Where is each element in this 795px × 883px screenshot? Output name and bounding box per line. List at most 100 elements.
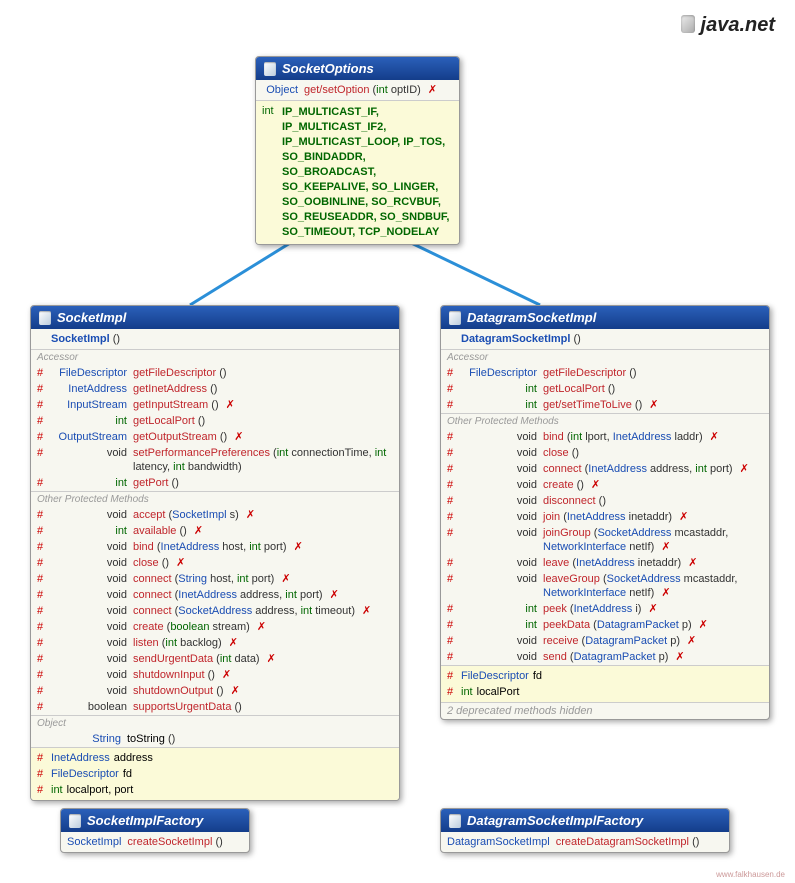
method-params: () [216,685,223,697]
method-row: #voidlisten (int backlog) ✗ [31,635,399,651]
class-icon [69,814,81,828]
section-label: Accessor [31,350,399,365]
method-name: peekData [543,619,590,631]
throws-marker: ✗ [696,619,708,631]
visibility-marker: # [37,620,51,634]
method-row: #intpeekData (DatagramPacket p) ✗ [441,617,769,633]
class-name: SocketOptions [282,61,374,76]
visibility-marker: # [447,634,461,648]
return-type: FileDescriptor [461,366,543,380]
visibility-marker: # [37,476,51,490]
return-type: int [461,382,543,396]
method-row: #intget/setTimeToLive () ✗ [441,397,769,413]
throws-marker: ✗ [223,399,235,411]
return-type: void [51,446,133,460]
method-name: bind [543,431,564,443]
class-title: DatagramSocketImplFactory [441,809,729,832]
field-type: int [51,783,67,797]
visibility-marker: # [447,382,461,396]
field-row: #FileDescriptorfd [441,668,769,684]
field-type: FileDescriptor [51,767,123,781]
visibility-marker: # [447,572,461,586]
method-row: #voidclose () [441,445,769,461]
throws-marker: ✗ [672,651,684,663]
footer-link[interactable]: www.falkhausen.de [716,870,785,879]
method-row: #voidreceive (DatagramPacket p) ✗ [441,633,769,649]
class-title: SocketImpl [31,306,399,329]
method-name: create [133,621,164,633]
return-type: void [51,684,133,698]
fields-section: #InetAddressaddress#FileDescriptorfd#int… [31,747,399,800]
class-name: SocketImpl [57,310,126,325]
method-row: Object get/setOption (int optID) ✗ [256,80,459,100]
visibility-marker: # [447,430,461,444]
method-row: #voidshutdownOutput () ✗ [31,683,399,699]
throws-marker: ✗ [658,541,670,553]
method-params: () [208,669,215,681]
method-name: sendUrgentData [133,653,213,665]
return-type: void [461,510,543,524]
visibility-marker: # [37,783,51,797]
constructor-row: DatagramSocketImpl () [441,329,769,349]
return-type: void [461,494,543,508]
visibility-marker: # [37,636,51,650]
return-type: SocketImpl [67,835,127,849]
method-name: toString [127,733,165,745]
method-name: peek [543,603,567,615]
method-row: #voidaccept (SocketImpl s) ✗ [31,507,399,523]
method-name: connect [543,463,582,475]
method-row: #intgetLocalPort () [31,413,399,429]
method-row: #voidsendUrgentData (int data) ✗ [31,651,399,667]
method-row: #intgetLocalPort () [441,381,769,397]
throws-marker: ✗ [425,84,437,96]
method-name: createSocketImpl [127,836,212,848]
class-title: SocketImplFactory [61,809,249,832]
visibility-marker: # [37,446,51,460]
method-params: (int data) [216,653,259,665]
method-params: (DatagramPacket p) [570,651,668,663]
method-params: (InetAddress host, int port) [157,541,287,553]
method-params: (InetAddress address, int port) [585,463,733,475]
constructor-name: DatagramSocketImpl [461,333,570,345]
visibility-marker: # [37,540,51,554]
method-name: listen [133,637,159,649]
other-section: Other Protected Methods #voidbind (int l… [441,413,769,665]
return-type: InputStream [51,398,133,412]
method-params: () [220,431,227,443]
class-title: DatagramSocketImpl [441,306,769,329]
throws-marker: ✗ [684,635,696,647]
return-type: int [51,414,133,428]
method-params: (InetAddress address, int port) [175,589,323,601]
class-icon [449,311,461,325]
throws-marker: ✗ [173,557,185,569]
class-socketimplfactory: SocketImplFactory SocketImpl createSocke… [60,808,250,853]
return-type: int [461,398,543,412]
return-type: String [51,732,127,746]
method-name: connect [133,589,172,601]
method-name: leaveGroup [543,573,600,585]
throws-marker: ✗ [685,557,697,569]
visibility-marker: # [37,382,51,396]
constants-list: IP_MULTICAST_IF, IP_MULTICAST_IF2, IP_MU… [282,105,453,240]
visibility-marker: # [447,446,461,460]
return-type: FileDescriptor [51,366,133,380]
method-name: connect [133,605,172,617]
method-name: create [543,479,574,491]
constants-type: int [262,105,282,240]
method-row: #FileDescriptorgetFileDescriptor () [31,365,399,381]
return-type: void [461,526,543,540]
visibility-marker: # [447,462,461,476]
return-type: void [51,636,133,650]
method-params: () [162,557,169,569]
method-row: #InetAddressgetInetAddress () [31,381,399,397]
field-name: address [114,751,153,765]
visibility-marker: # [37,588,51,602]
method-name: close [543,447,569,459]
method-name: setPerformancePreferences [133,447,270,459]
method-row: #intgetPort () [31,475,399,491]
throws-marker: ✗ [646,399,658,411]
throws-marker: ✗ [231,431,243,443]
return-type: void [51,604,133,618]
constructor-name: SocketImpl [51,333,110,345]
method-name: get/setTimeToLive [543,399,632,411]
